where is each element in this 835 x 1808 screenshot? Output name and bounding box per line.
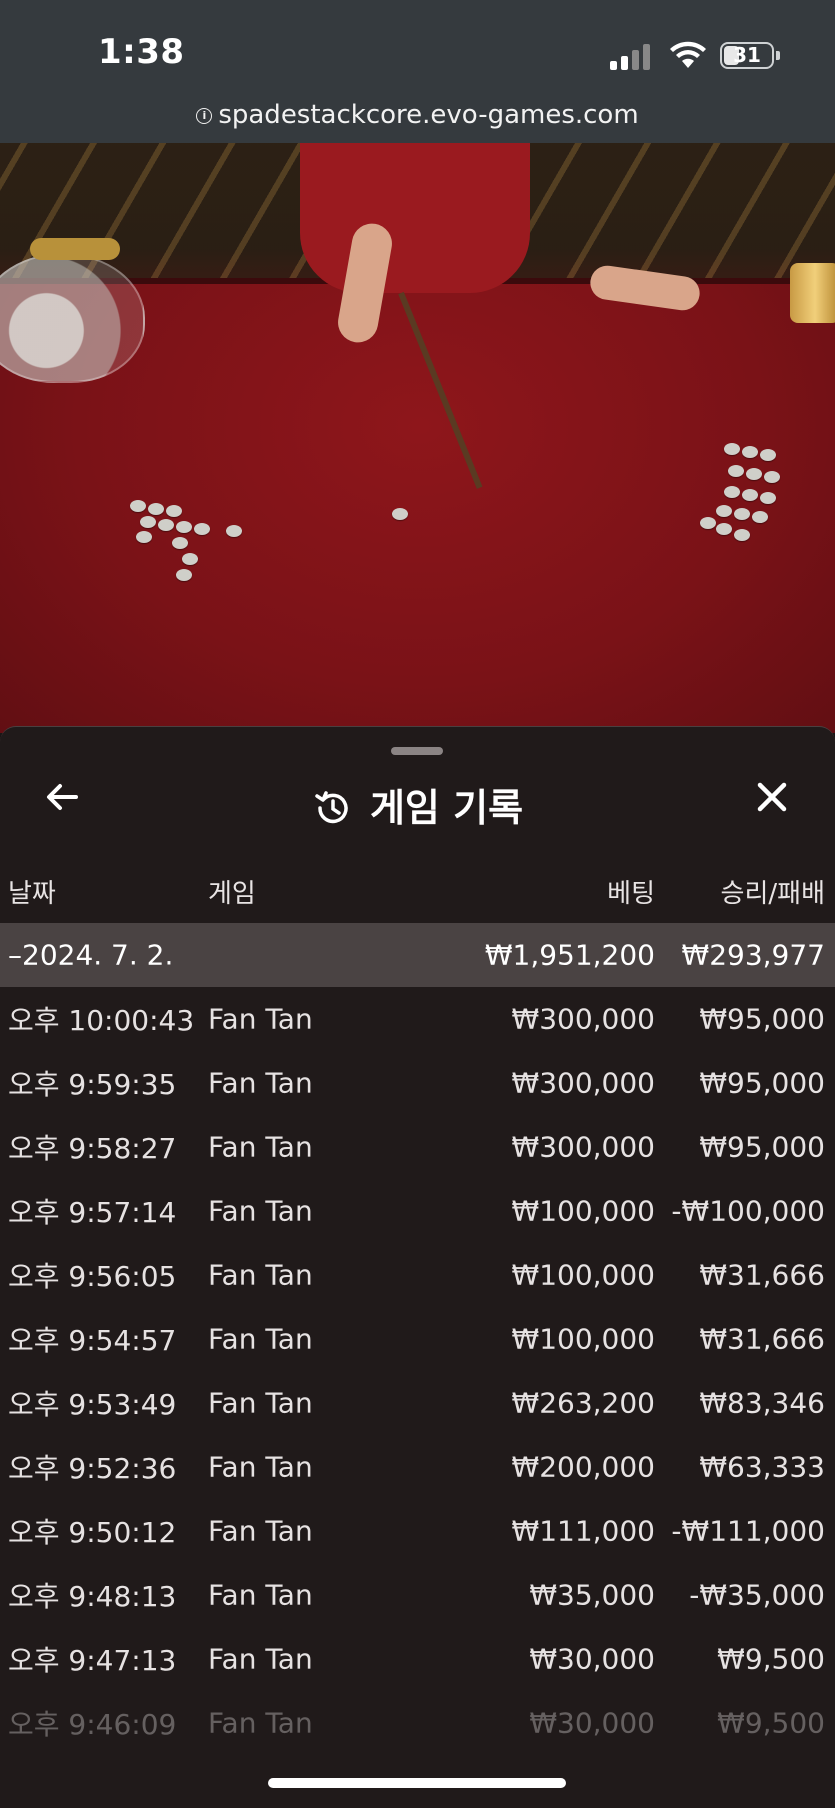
battery-icon: 31	[720, 42, 774, 69]
browser-status-bar: 1:38 31 i spadestackcore.evo-games.com	[0, 0, 835, 143]
row-bet: ₩300,000	[511, 1002, 655, 1036]
row-result: -₩100,000	[671, 1194, 825, 1228]
sheet-title: 게임 기록	[0, 777, 835, 832]
row-time: 오후 9:56:05	[8, 1260, 177, 1293]
history-icon	[315, 791, 348, 824]
row-game: Fan Tan	[208, 1322, 313, 1356]
column-bet[interactable]: 베팅	[607, 873, 655, 910]
row-result: ₩95,000	[699, 1130, 825, 1164]
row-bet: ₩100,000	[511, 1322, 655, 1356]
row-result: ₩31,666	[699, 1258, 825, 1292]
row-time: 오후 9:54:57	[8, 1324, 177, 1357]
row-game: Fan Tan	[208, 1514, 313, 1548]
row-game: Fan Tan	[208, 1706, 313, 1740]
row-time: 오후 9:59:35	[8, 1068, 177, 1101]
row-bet: ₩300,000	[511, 1130, 655, 1164]
row-game: Fan Tan	[208, 1386, 313, 1420]
row-game: Fan Tan	[208, 1578, 313, 1612]
table-row[interactable]: 오후 9:50:12 Fan Tan ₩111,000 -₩111,000	[0, 1499, 835, 1563]
row-bet: ₩100,000	[511, 1258, 655, 1292]
row-game: Fan Tan	[208, 1450, 313, 1484]
table-row[interactable]: 오후 9:47:13 Fan Tan ₩30,000 ₩9,500	[0, 1627, 835, 1691]
date-total-row[interactable]: –2024. 7. 2. ₩1,951,200 ₩293,977	[0, 923, 835, 987]
row-bet: ₩263,200	[511, 1386, 655, 1420]
row-bet: ₩111,000	[511, 1514, 655, 1548]
row-result: ₩31,666	[699, 1322, 825, 1356]
close-icon[interactable]	[750, 775, 794, 819]
address-bar[interactable]: i spadestackcore.evo-games.com	[0, 100, 835, 130]
row-time: 오후 9:50:12	[8, 1516, 177, 1549]
table-row[interactable]: 오후 9:57:14 Fan Tan ₩100,000 -₩100,000	[0, 1179, 835, 1243]
table-row[interactable]: 오후 10:00:43 Fan Tan ₩300,000 ₩95,000	[0, 987, 835, 1051]
total-bet: ₩1,951,200	[484, 938, 655, 972]
column-result[interactable]: 승리/패배	[721, 873, 825, 910]
table-row[interactable]: 오후 9:46:09 Fan Tan ₩30,000 ₩9,500	[0, 1691, 835, 1755]
row-bet: ₩100,000	[511, 1194, 655, 1228]
info-icon[interactable]: i	[196, 108, 213, 124]
table-row[interactable]: 오후 9:52:36 Fan Tan ₩200,000 ₩63,333	[0, 1435, 835, 1499]
table-row[interactable]: 오후 9:58:27 Fan Tan ₩300,000 ₩95,000	[0, 1115, 835, 1179]
row-bet: ₩300,000	[511, 1066, 655, 1100]
row-time: 오후 9:53:49	[8, 1388, 177, 1421]
row-result: ₩95,000	[699, 1066, 825, 1100]
live-video-stream	[0, 143, 835, 733]
row-time: 오후 9:48:13	[8, 1580, 177, 1613]
cellular-signal-icon	[610, 44, 654, 70]
row-result: ₩9,500	[717, 1706, 825, 1740]
row-game: Fan Tan	[208, 1066, 313, 1100]
row-bet: ₩200,000	[511, 1450, 655, 1484]
table-row[interactable]: 오후 9:53:49 Fan Tan ₩263,200 ₩83,346	[0, 1371, 835, 1435]
dealer	[300, 143, 530, 293]
row-result: -₩111,000	[671, 1514, 825, 1548]
row-result: ₩95,000	[699, 1002, 825, 1036]
url-text: spadestackcore.evo-games.com	[218, 100, 639, 130]
row-bet: ₩30,000	[529, 1642, 655, 1676]
battery-level: 31	[733, 43, 761, 67]
row-game: Fan Tan	[208, 1258, 313, 1292]
row-game: Fan Tan	[208, 1194, 313, 1228]
wifi-icon	[670, 41, 706, 68]
column-date[interactable]: 날짜	[8, 873, 56, 910]
row-result: -₩35,000	[689, 1578, 825, 1612]
row-time: 오후 10:00:43	[8, 1004, 195, 1037]
table-row[interactable]: 오후 9:59:35 Fan Tan ₩300,000 ₩95,000	[0, 1051, 835, 1115]
row-result: ₩83,346	[699, 1386, 825, 1420]
row-time: 오후 9:52:36	[8, 1452, 177, 1485]
row-game: Fan Tan	[208, 1642, 313, 1676]
row-time: 오후 9:57:14	[8, 1196, 177, 1229]
drag-handle[interactable]	[391, 747, 443, 755]
total-date: –2024. 7. 2.	[8, 938, 174, 972]
table-row[interactable]: 오후 9:54:57 Fan Tan ₩100,000 ₩31,666	[0, 1307, 835, 1371]
row-game: Fan Tan	[208, 1002, 313, 1036]
column-game[interactable]: 게임	[208, 873, 256, 910]
row-bet: ₩35,000	[529, 1578, 655, 1612]
row-game: Fan Tan	[208, 1130, 313, 1164]
row-time: 오후 9:46:09	[8, 1708, 177, 1741]
table-row[interactable]: 오후 9:48:13 Fan Tan ₩35,000 -₩35,000	[0, 1563, 835, 1627]
clock: 1:38	[98, 32, 185, 72]
sheet-title-text: 게임 기록	[369, 786, 524, 830]
row-result: ₩63,333	[699, 1450, 825, 1484]
table-header: 날짜 게임 베팅 승리/패배	[0, 873, 835, 913]
row-bet: ₩30,000	[529, 1706, 655, 1740]
total-result: ₩293,977	[681, 938, 825, 972]
row-result: ₩9,500	[717, 1642, 825, 1676]
home-indicator[interactable]	[268, 1778, 566, 1788]
row-time: 오후 9:47:13	[8, 1644, 177, 1677]
game-history-sheet: 게임 기록 날짜 게임 베팅 승리/패배 –2024. 7. 2. ₩1,951…	[0, 726, 835, 1808]
table-row[interactable]: 오후 9:56:05 Fan Tan ₩100,000 ₩31,666	[0, 1243, 835, 1307]
row-time: 오후 9:58:27	[8, 1132, 177, 1165]
